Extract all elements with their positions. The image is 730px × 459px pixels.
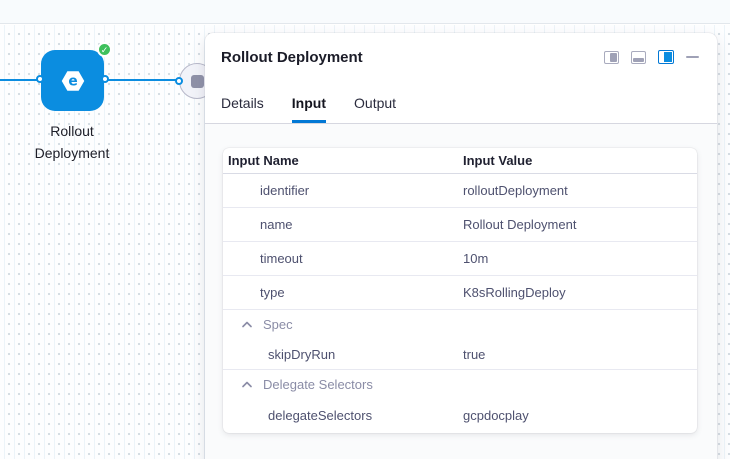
tab-output[interactable]: Output (354, 93, 396, 123)
table-row-type: type K8sRollingDeploy (223, 276, 697, 310)
group-label: Spec (263, 317, 293, 332)
step-node-label: Rollout Deployment (11, 120, 133, 164)
input-name: name (223, 217, 463, 232)
k8s-rolling-deploy-icon: e (58, 66, 88, 96)
layout-split-right-active-icon[interactable] (658, 50, 674, 64)
input-table-card: Input Name Input Value identifier rollou… (223, 148, 697, 433)
table-row-timeout: timeout 10m (223, 242, 697, 276)
layout-split-bottom-icon[interactable] (631, 51, 646, 64)
input-name: delegateSelectors (223, 408, 463, 423)
stop-square-icon (191, 75, 204, 88)
input-value: Rollout Deployment (463, 217, 697, 232)
svg-text:e: e (68, 73, 77, 89)
group-row-delegate-selectors[interactable]: Delegate Selectors (223, 370, 697, 399)
input-name: skipDryRun (223, 347, 463, 362)
panel-title: Rollout Deployment (221, 49, 363, 66)
input-name: identifier (223, 183, 463, 198)
chevron-up-icon[interactable] (242, 381, 252, 388)
input-value: gcpdocplay (463, 408, 697, 423)
node-port-right[interactable] (101, 75, 109, 83)
column-header-input-value: Input Value (463, 153, 697, 168)
node-port-left[interactable] (36, 75, 44, 83)
chevron-up-icon[interactable] (242, 321, 252, 328)
panel-controls (604, 50, 699, 64)
column-header-input-name: Input Name (223, 153, 463, 168)
tab-input[interactable]: Input (292, 93, 326, 123)
input-value: true (463, 347, 697, 362)
layout-split-right-icon[interactable] (604, 51, 619, 64)
table-row-skipdryrun: skipDryRun true (223, 339, 697, 370)
tab-details[interactable]: Details (221, 93, 264, 123)
table-row-delegateselectors: delegateSelectors gcpdocplay (223, 399, 697, 431)
minimize-icon[interactable] (686, 56, 699, 58)
top-bar (0, 0, 730, 24)
input-name: timeout (223, 251, 463, 266)
panel-tabs: Details Input Output (221, 93, 396, 123)
table-row-identifier: identifier rolloutDeployment (223, 174, 697, 208)
group-row-spec[interactable]: Spec (223, 310, 697, 339)
connector-line (103, 79, 181, 81)
input-value: 10m (463, 251, 697, 266)
input-value: K8sRollingDeploy (463, 285, 697, 300)
input-name: type (223, 285, 463, 300)
group-label: Delegate Selectors (263, 377, 373, 392)
success-check-icon: ✓ (97, 42, 112, 57)
table-row-name: name Rollout Deployment (223, 208, 697, 242)
end-node-port[interactable] (175, 77, 183, 85)
app-screen: e ✓ Rollout Deployment Rollout Deploymen… (0, 0, 730, 459)
panel-body: Input Name Input Value identifier rollou… (205, 124, 717, 459)
step-details-panel: Rollout Deployment Details Input Output … (205, 33, 717, 459)
step-node-rollout-deployment[interactable]: e ✓ (41, 50, 104, 111)
table-header-row: Input Name Input Value (223, 148, 697, 174)
input-value: rolloutDeployment (463, 183, 697, 198)
